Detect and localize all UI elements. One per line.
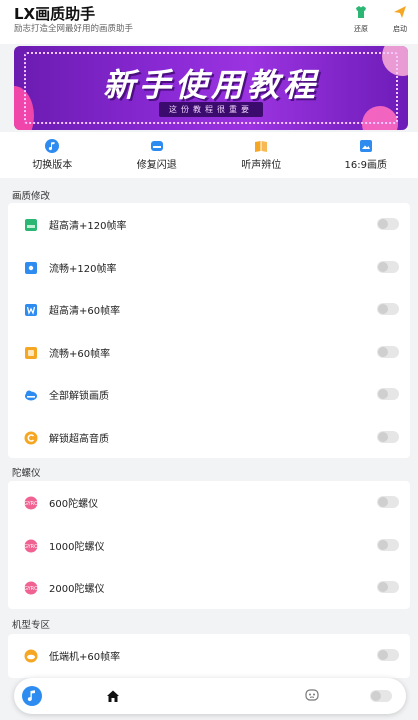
banner-subtitle: 这份教程很重要 xyxy=(159,102,263,117)
item-label: 超高清+120帧率 xyxy=(49,221,127,232)
section-title-gyro: 陀螺仪 xyxy=(12,468,41,479)
toggle-switch[interactable] xyxy=(377,218,399,230)
svg-text:GYRO: GYRO xyxy=(24,586,38,592)
item-label: 流畅+120帧率 xyxy=(49,263,117,275)
list-item[interactable]: 超高清+60帧率 xyxy=(8,288,410,331)
square-yellow-icon xyxy=(24,345,38,359)
item-label: 全部解锁画质 xyxy=(49,391,109,402)
gyro-card: GYRO 600陀螺仪 GYRO 1000陀螺仪 GYRO 2000陀螺仪 xyxy=(8,481,410,609)
quick-label: 切换版本 xyxy=(32,160,73,171)
toggle-switch[interactable] xyxy=(377,581,399,593)
quick-label: 修复闪退 xyxy=(136,160,177,171)
gyro-pink-icon: GYRO xyxy=(24,495,38,510)
toggle-switch[interactable] xyxy=(377,260,399,273)
list-item[interactable]: GYRO 2000陀螺仪 xyxy=(8,566,410,609)
app-subtitle: 励志打造全网最好用的画质助手 xyxy=(14,24,134,34)
toggle-switch[interactable] xyxy=(377,538,399,551)
quick-label: 听声辨位 xyxy=(241,160,282,171)
top-bar: LX画质助手 励志打造全网最好用的画质助手 还原 启动 xyxy=(0,0,418,44)
toggle-switch[interactable] xyxy=(377,345,399,358)
toggle-switch[interactable] xyxy=(377,430,399,443)
quick-sound-locate[interactable]: 听声辨位 xyxy=(209,132,314,178)
list-item[interactable]: GYRO 1000陀螺仪 xyxy=(8,524,410,567)
gyro-pink-icon: GYRO xyxy=(24,580,38,595)
banner-title: 新手使用教程 xyxy=(102,66,319,104)
cloud-icon xyxy=(150,138,164,152)
list-item[interactable]: 流畅+60帧率 xyxy=(8,331,410,374)
toggle-switch[interactable] xyxy=(377,496,399,508)
picture-icon xyxy=(359,138,373,152)
toggle-switch[interactable] xyxy=(370,690,392,702)
gyro-pink-icon: GYRO xyxy=(24,538,38,552)
bottom-nav xyxy=(14,678,406,714)
book-icon xyxy=(254,138,268,152)
svg-text:GYRO: GYRO xyxy=(24,544,38,550)
toggle-switch[interactable] xyxy=(377,388,399,400)
robot-icon[interactable] xyxy=(304,687,320,703)
item-label: 2000陀螺仪 xyxy=(49,584,105,595)
app-title: LX画质助手 xyxy=(14,5,96,23)
square-green-icon xyxy=(24,217,38,231)
item-label: 1000陀螺仪 xyxy=(49,541,105,553)
music-fab-button[interactable] xyxy=(22,686,42,706)
svg-text:GYRO: GYRO xyxy=(24,501,38,507)
w-square-icon xyxy=(24,302,38,316)
shirt-icon xyxy=(352,3,370,21)
home-icon[interactable] xyxy=(106,688,120,702)
list-item[interactable]: 流畅+120帧率 xyxy=(8,246,410,289)
quick-label: 16:9画质 xyxy=(344,160,387,171)
square-blue-icon xyxy=(24,260,38,274)
quick-actions: 切换版本 修复闪退 听声辨位 16:9画质 xyxy=(0,132,418,178)
toggle-switch[interactable] xyxy=(377,303,399,315)
item-label: 600陀螺仪 xyxy=(49,499,99,510)
cloud-orange-icon xyxy=(24,648,38,663)
tutorial-banner[interactable]: 新手使用教程 这份教程很重要 xyxy=(14,46,408,130)
item-label: 超高清+60帧率 xyxy=(49,306,121,317)
music-note-icon xyxy=(45,138,60,153)
cloud-unlock-icon xyxy=(24,387,38,401)
list-item[interactable]: 全部解锁画质 xyxy=(8,373,410,416)
item-label: 流畅+60帧率 xyxy=(49,348,111,360)
quick-switch-version[interactable]: 切换版本 xyxy=(0,132,105,178)
restore-button[interactable]: 还原 xyxy=(347,3,375,34)
list-item[interactable]: 解锁超高音质 xyxy=(8,416,410,459)
quality-card: 超高清+120帧率 流畅+120帧率 超高清+60帧率 流畅+60帧率 全部解锁… xyxy=(8,203,410,458)
list-item[interactable]: 低端机+60帧率 xyxy=(8,634,410,677)
section-title-quality: 画质修改 xyxy=(12,191,51,202)
quick-16-9-quality[interactable]: 16:9画质 xyxy=(314,132,418,178)
send-icon xyxy=(391,3,409,21)
item-label: 低端机+60帧率 xyxy=(49,652,121,663)
item-label: 解锁超高音质 xyxy=(49,433,109,445)
launch-button[interactable]: 启动 xyxy=(386,3,414,34)
list-item[interactable]: 超高清+120帧率 xyxy=(8,203,410,246)
toggle-switch[interactable] xyxy=(377,649,399,661)
restore-label: 还原 xyxy=(354,25,368,33)
list-item[interactable]: GYRO 600陀螺仪 xyxy=(8,481,410,524)
quick-fix-crash[interactable]: 修复闪退 xyxy=(105,132,210,178)
model-card: 低端机+60帧率 xyxy=(8,634,410,678)
section-title-model: 机型专区 xyxy=(12,620,51,631)
launch-label: 启动 xyxy=(393,25,407,33)
circle-orange-icon xyxy=(24,430,38,444)
